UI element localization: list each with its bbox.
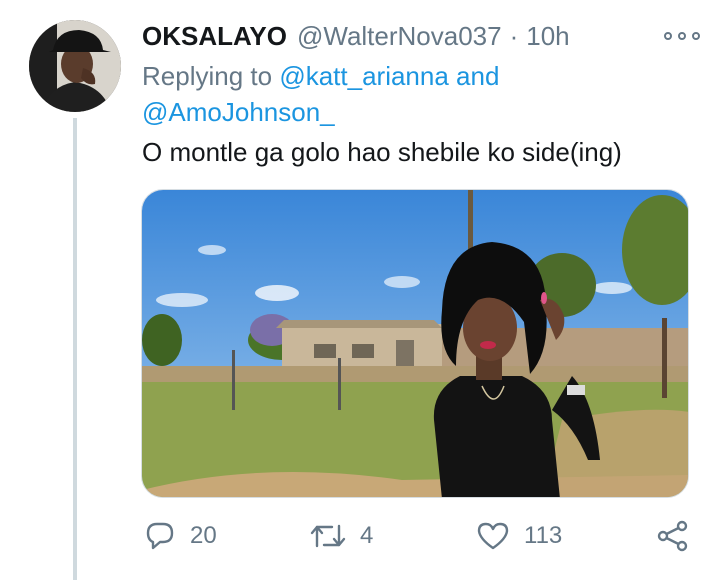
more-horizontal-icon[interactable] [664,24,700,48]
retweet-icon [310,524,346,548]
replying-to: Replying to @katt_arianna and @AmoJohnso… [142,58,582,130]
reply-count: 20 [190,522,217,549]
reply-button[interactable]: 20 [144,516,217,556]
avatar[interactable] [29,20,121,112]
user-handle[interactable]: @WalterNova037 [297,21,502,52]
tweet-actions: 20 4 113 [142,516,697,556]
mention-link[interactable]: @katt_arianna [279,61,449,91]
mention-and[interactable]: and [456,61,499,91]
retweet-count: 4 [360,522,374,549]
replying-to-label: Replying to [142,61,273,91]
separator-dot: · [509,20,519,51]
reply-icon [146,522,174,550]
share-icon [657,520,688,552]
tweet-photo[interactable] [141,189,689,498]
thread-line [73,118,77,580]
timestamp[interactable]: 10h [526,21,569,52]
like-count: 113 [524,522,563,549]
heart-icon [477,522,509,550]
tweet-header: OKSALAYO @WalterNova037 · 10h [142,18,700,54]
like-button[interactable]: 113 [476,516,562,556]
retweet-button[interactable]: 4 [310,516,373,556]
tweet-text: O montle ga golo hao shebile ko side(ing… [142,137,622,167]
mention-link[interactable]: @AmoJohnson_ [142,97,335,127]
share-button[interactable] [656,516,704,556]
display-name[interactable]: OKSALAYO [142,21,287,52]
